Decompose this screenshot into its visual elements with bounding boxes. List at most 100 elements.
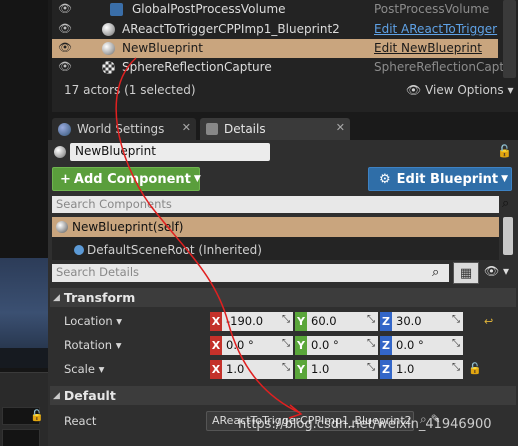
search-icon[interactable]: ⌕ [432, 265, 439, 280]
details-icon [206, 123, 218, 135]
scale-vector: X 1.0 ⤡ Y 1.0 ⤡ Z 1.0 ⤡ [210, 360, 465, 379]
plus-icon: + [60, 171, 71, 187]
visibility-eye-icon[interactable]: 👁 [56, 22, 74, 35]
lock-icon[interactable]: 🔓 [30, 409, 44, 422]
view-options-label: View Options [425, 83, 504, 97]
actor-name-field[interactable]: NewBlueprint [70, 143, 270, 161]
component-scene-root[interactable]: DefaultSceneRoot (Inherited) [74, 243, 262, 257]
axis-y: Y [295, 336, 307, 355]
axis-x: X [210, 360, 222, 379]
scale-z-field[interactable]: 1.0 ⤡ [392, 360, 463, 379]
globe-icon [58, 122, 71, 136]
outliner-row-selected[interactable]: 👁 NewBlueprint Edit NewBlueprint [52, 39, 498, 58]
outliner-row-name: NewBlueprint [122, 41, 203, 55]
component-scrollbar[interactable] [503, 217, 513, 255]
outliner-row-name: SphereReflectionCapture [122, 60, 272, 74]
location-x-field[interactable]: -190.0 ⤡ [222, 312, 293, 331]
search-details-input[interactable]: Search Details [52, 264, 449, 282]
location-label[interactable]: Location ▾ [64, 314, 122, 328]
axis-z: Z [380, 312, 392, 331]
collapse-triangle-icon: ◢ [53, 292, 60, 303]
world-outliner: 👁 GlobalPostProcessVolume PostProcessVol… [52, 0, 518, 112]
lock-scale-icon[interactable]: 🔓 [468, 362, 482, 375]
tab-world-settings[interactable]: World Settings ✕ [52, 118, 196, 140]
edit-blueprint-link[interactable]: Edit NewBlueprint [374, 41, 482, 55]
view-options-button[interactable]: 👁 View Options ▾ [406, 83, 514, 97]
outliner-row-type: PostProcessVolume [374, 2, 490, 16]
left-field-2[interactable] [2, 429, 40, 446]
close-icon[interactable]: ✕ [336, 121, 345, 134]
react-label: React [64, 414, 97, 428]
rotation-label[interactable]: Rotation ▾ [64, 338, 122, 352]
scene-root-label: DefaultSceneRoot (Inherited) [87, 243, 262, 257]
component-tree: DefaultSceneRoot (Inherited) [52, 237, 499, 260]
axis-x: X [210, 336, 222, 355]
tab-details[interactable]: Details ✕ [200, 118, 350, 140]
actor-sphere-icon [56, 221, 68, 233]
reflection-capture-icon [102, 61, 115, 74]
watermark: https://blog.csdn.net/weixin_41946900 [238, 417, 492, 432]
visibility-filter-button[interactable]: 👁 ▾ [484, 264, 509, 278]
chevron-down-icon: ▼ [501, 174, 509, 184]
section-title: Default [63, 388, 116, 403]
location-z-field[interactable]: 30.0 ⤡ [392, 312, 463, 331]
search-icon[interactable]: ⌕ [502, 196, 509, 211]
outliner-row[interactable]: 👁 GlobalPostProcessVolume PostProcessVol… [52, 0, 498, 19]
location-y-field[interactable]: 60.0 ⤡ [307, 312, 378, 331]
axis-y: Y [295, 312, 307, 331]
actor-name-row: NewBlueprint 🔓 [48, 140, 518, 164]
rotation-x-field[interactable]: 0.0 ° ⤡ [222, 336, 293, 355]
axis-z: Z [380, 360, 392, 379]
search-components-input[interactable]: Search Components [52, 196, 499, 213]
scene-component-icon [74, 245, 84, 255]
location-vector: X -190.0 ⤡ Y 60.0 ⤡ Z 30.0 ⤡ [210, 312, 465, 331]
axis-y: Y [295, 360, 307, 379]
component-self-item[interactable]: NewBlueprint(self) [52, 217, 499, 237]
component-self-label: NewBlueprint(self) [72, 220, 184, 234]
visibility-eye-icon[interactable]: 👁 [56, 60, 74, 73]
lock-icon[interactable]: 🔓 [497, 144, 512, 158]
outliner-scrollbar[interactable] [503, 0, 516, 78]
rotation-vector: X 0.0 ° ⤡ Y 0.0 ° ⤡ Z 0.0 ° ⤡ [210, 336, 465, 355]
scale-label[interactable]: Scale ▾ [64, 362, 104, 376]
post-process-icon [110, 3, 123, 16]
eye-icon: 👁 [406, 83, 422, 97]
default-section-header[interactable]: ◢ Default [50, 386, 516, 405]
blueprint-icon: ⚙ [379, 171, 391, 187]
actor-sphere-icon [54, 146, 66, 158]
actor-count-status: 17 actors (1 selected) [64, 83, 196, 97]
visibility-eye-icon[interactable]: 👁 [56, 2, 74, 15]
scale-y-field[interactable]: 1.0 ⤡ [307, 360, 378, 379]
viewport-scene [0, 258, 48, 368]
close-icon[interactable]: ✕ [182, 121, 191, 134]
edit-blueprint-button[interactable]: ⚙ Edit Blueprint ▼ [368, 167, 512, 191]
axis-x: X [210, 312, 222, 331]
section-title: Transform [63, 290, 136, 305]
add-component-button[interactable]: + Add Component ▼ [52, 167, 201, 191]
property-matrix-button[interactable]: ▦ [453, 262, 479, 284]
outliner-row-type: SphereReflectionCaptu [374, 60, 512, 74]
add-component-label: Add Component [73, 171, 191, 187]
axis-z: Z [380, 336, 392, 355]
collapse-triangle-icon: ◢ [53, 390, 60, 401]
panel-tab-bar: World Settings ✕ Details ✕ [48, 114, 518, 140]
outliner-row-name: AReactToTriggerCPPImp1_Blueprint2 [122, 22, 340, 36]
actor-sphere-icon [102, 42, 115, 55]
rotation-y-field[interactable]: 0.0 ° ⤡ [307, 336, 378, 355]
grid-icon: ▦ [459, 265, 473, 281]
edit-actor-link[interactable]: Edit AReactToTrigger [374, 22, 497, 36]
chevron-down-icon: ▼ [193, 174, 201, 184]
outliner-row[interactable]: 👁 AReactToTriggerCPPImp1_Blueprint2 Edit… [52, 20, 498, 39]
viewport-strip[interactable]: 🔓 [0, 0, 48, 446]
transform-section-header[interactable]: ◢ Transform [50, 288, 516, 307]
actor-sphere-icon [102, 23, 115, 36]
eye-icon: 👁 [484, 264, 500, 278]
rotation-z-field[interactable]: 0.0 ° ⤡ [392, 336, 463, 355]
edit-blueprint-label: Edit Blueprint [396, 171, 499, 187]
reset-to-default-icon[interactable]: ↩ [484, 315, 493, 328]
outliner-row-name: GlobalPostProcessVolume [132, 2, 286, 16]
details-panel: NewBlueprint 🔓 + Add Component ▼ ⚙ Edit … [48, 140, 518, 446]
visibility-eye-icon[interactable]: 👁 [56, 41, 74, 54]
scale-x-field[interactable]: 1.0 ⤡ [222, 360, 293, 379]
outliner-row[interactable]: 👁 SphereReflectionCapture SphereReflecti… [52, 58, 512, 77]
